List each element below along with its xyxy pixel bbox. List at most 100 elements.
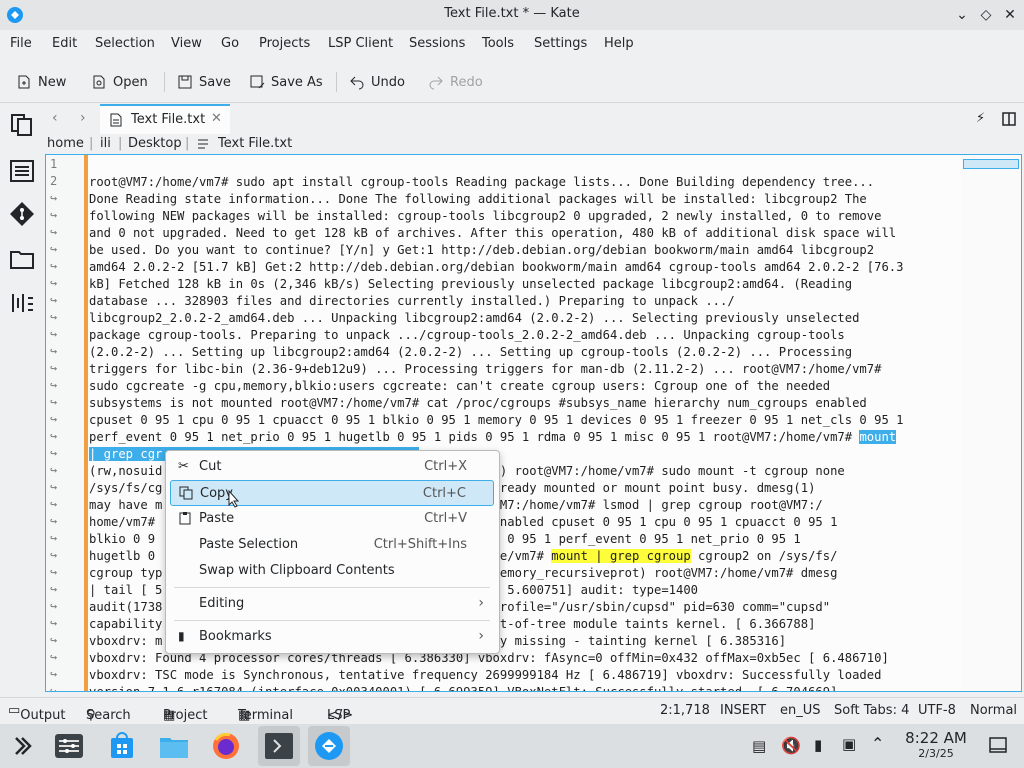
wrap-marker-icon: ↪ bbox=[50, 514, 58, 528]
software-store-icon[interactable] bbox=[106, 730, 138, 762]
menu-bar: File Edit Selection View Go Projects LSP… bbox=[0, 30, 1024, 60]
menu-edit[interactable]: Edit bbox=[52, 36, 77, 51]
menu-item-copy[interactable]: Copy Ctrl+C bbox=[170, 480, 494, 506]
lsp-client-icon[interactable] bbox=[9, 290, 35, 316]
open-document-icon bbox=[93, 75, 105, 89]
indentation-settings[interactable]: Soft Tabs: 4 bbox=[834, 703, 909, 718]
kate-app-icon bbox=[315, 732, 343, 760]
code-line: kB] Fetched 128 kB in 0s (2,346 kB/s) Se… bbox=[89, 277, 853, 291]
wrap-marker-icon: ↪ bbox=[50, 684, 58, 692]
breadcrumb-separator: | bbox=[89, 136, 94, 151]
code-line: triggers for libc-bin (2.36-9+deb12u9) .… bbox=[89, 362, 882, 376]
menu-item-bookmarks[interactable]: ▮ Bookmarks › bbox=[170, 624, 494, 650]
open-button[interactable]: Open bbox=[91, 71, 148, 93]
menu-item-paste[interactable]: Paste Ctrl+V bbox=[170, 506, 494, 532]
maximize-icon[interactable]: ◇ bbox=[976, 5, 996, 25]
input-mode[interactable]: INSERT bbox=[720, 703, 766, 718]
paste-icon bbox=[179, 512, 191, 525]
line-number: 1 bbox=[50, 157, 58, 171]
code-line: vboxdrv: TSC mode is Synchronous, tentat… bbox=[89, 668, 882, 682]
undo-button[interactable]: Undo bbox=[349, 71, 405, 93]
menu-item-cut[interactable]: ✂ Cut Ctrl+X bbox=[170, 454, 494, 480]
toolbar-separator bbox=[164, 72, 165, 92]
selected-text: mount bbox=[859, 430, 897, 444]
wrap-marker-icon: ↪ bbox=[50, 667, 58, 681]
save-icon bbox=[178, 75, 192, 89]
breadcrumb-ili[interactable]: ili bbox=[100, 136, 111, 151]
wrap-marker-icon: ↪ bbox=[50, 395, 58, 409]
firefox-icon[interactable] bbox=[210, 730, 242, 762]
network-icon[interactable]: ▣ bbox=[842, 735, 856, 753]
clipboard-tray-icon[interactable]: ▤ bbox=[752, 737, 766, 755]
git-icon[interactable] bbox=[9, 201, 35, 227]
split-view-icon[interactable] bbox=[1002, 112, 1016, 126]
wrap-marker-icon: ↪ bbox=[50, 276, 58, 290]
close-icon[interactable]: ✕ bbox=[1000, 5, 1020, 25]
menu-item-swap-clipboard[interactable]: Swap with Clipboard Contents bbox=[170, 558, 494, 584]
wrap-marker-icon: ↪ bbox=[50, 412, 58, 426]
line-number: 2 bbox=[50, 174, 58, 188]
menu-file[interactable]: File bbox=[10, 36, 32, 51]
menu-selection[interactable]: Selection bbox=[95, 36, 155, 51]
search-highlight: mount | grep cgroup bbox=[551, 549, 691, 563]
taskbar: ▤ 🔇 ▮ ▣ ⌃ 8:22 AM 2/3/25 bbox=[0, 724, 1024, 768]
title-bar: Text File.txt * — Kate ⌄ ◇ ✕ bbox=[0, 0, 1024, 30]
menu-projects[interactable]: Projects bbox=[259, 36, 310, 51]
clock[interactable]: 8:22 AM 2/3/25 bbox=[896, 729, 976, 760]
tab-text-file[interactable]: Text File.txt ✕ bbox=[100, 104, 230, 134]
symbols-list-icon[interactable] bbox=[9, 158, 35, 184]
menu-help[interactable]: Help bbox=[604, 36, 634, 51]
wrap-marker-icon: ↪ bbox=[50, 497, 58, 511]
output-panel-button[interactable]: ▭ Output bbox=[8, 703, 65, 723]
menu-sessions[interactable]: Sessions bbox=[409, 36, 465, 51]
menu-settings[interactable]: Settings bbox=[534, 36, 587, 51]
menu-view[interactable]: View bbox=[171, 36, 202, 51]
dictionary-language[interactable]: en_US bbox=[780, 703, 821, 718]
breadcrumb-file[interactable]: Text File.txt bbox=[218, 136, 292, 151]
redo-button[interactable]: Redo bbox=[428, 71, 483, 93]
app-launcher-icon[interactable] bbox=[6, 730, 38, 762]
line-number-gutter: 1 2 ↪ ↪ ↪ ↪ ↪ ↪ ↪ ↪ ↪ ↪ ↪ ↪ ↪ ↪ ↪ ↪ ↪ ↪ ↪ ↪ ↪ ↪ ↪ ↪ ↪ ↪ ↪ ↪ ↪ ↪ bbox=[46, 155, 84, 691]
menu-item-editing[interactable]: Editing › bbox=[170, 591, 494, 617]
menu-tools[interactable]: Tools bbox=[482, 36, 514, 51]
redo-icon bbox=[429, 76, 443, 90]
code-line: root@VM7:/home/vm7# sudo apt install cgr… bbox=[89, 175, 875, 189]
system-settings-icon[interactable] bbox=[53, 730, 85, 762]
file-manager-icon[interactable] bbox=[158, 730, 190, 762]
menu-item-paste-selection[interactable]: Paste Selection Ctrl+Shift+Ins bbox=[170, 532, 494, 558]
wrap-marker-icon: ↪ bbox=[50, 531, 58, 545]
folder-icon[interactable] bbox=[9, 246, 35, 272]
minimize-icon[interactable]: ⌄ bbox=[952, 5, 972, 25]
cursor-position[interactable]: 2:1,718 bbox=[660, 703, 710, 718]
volume-muted-icon[interactable]: 🔇 bbox=[781, 736, 801, 755]
menu-lsp-client[interactable]: LSP Client bbox=[328, 36, 393, 51]
wrap-marker-icon: ↪ bbox=[50, 225, 58, 239]
battery-icon[interactable]: ▮ bbox=[814, 736, 822, 754]
save-as-button[interactable]: Save As bbox=[249, 71, 323, 93]
tab-scroll-left-icon[interactable]: ‹ bbox=[52, 110, 58, 126]
main-toolbar: New Open Save Save As Undo Redo bbox=[0, 62, 1024, 103]
cut-icon: ✂ bbox=[178, 459, 189, 474]
wrap-marker-icon: ↪ bbox=[50, 327, 58, 341]
save-button[interactable]: Save bbox=[177, 71, 231, 93]
kate-task[interactable] bbox=[308, 726, 350, 766]
documents-icon[interactable] bbox=[9, 112, 35, 138]
quick-open-icon[interactable]: ⚡ bbox=[976, 111, 985, 126]
minimap-viewport[interactable] bbox=[963, 159, 1019, 169]
menu-go[interactable]: Go bbox=[221, 36, 239, 51]
breadcrumb-desktop[interactable]: Desktop bbox=[128, 136, 182, 151]
left-sidebar bbox=[0, 104, 44, 700]
wrap-marker-icon: ↪ bbox=[50, 310, 58, 324]
tab-scroll-right-icon[interactable]: › bbox=[80, 110, 86, 126]
tray-expand-icon[interactable]: ⌃ bbox=[871, 734, 884, 753]
new-button[interactable]: New bbox=[16, 71, 66, 93]
minimap[interactable] bbox=[961, 155, 1021, 691]
konsole-task[interactable] bbox=[258, 726, 300, 766]
tab-close-icon[interactable]: ✕ bbox=[211, 111, 222, 126]
syntax-mode[interactable]: Normal bbox=[970, 703, 1017, 718]
file-icon bbox=[110, 113, 122, 127]
show-desktop-icon[interactable] bbox=[989, 737, 1007, 753]
encoding[interactable]: UTF-8 bbox=[918, 703, 956, 718]
save-as-icon bbox=[250, 75, 265, 89]
breadcrumb-home[interactable]: home bbox=[47, 136, 84, 151]
